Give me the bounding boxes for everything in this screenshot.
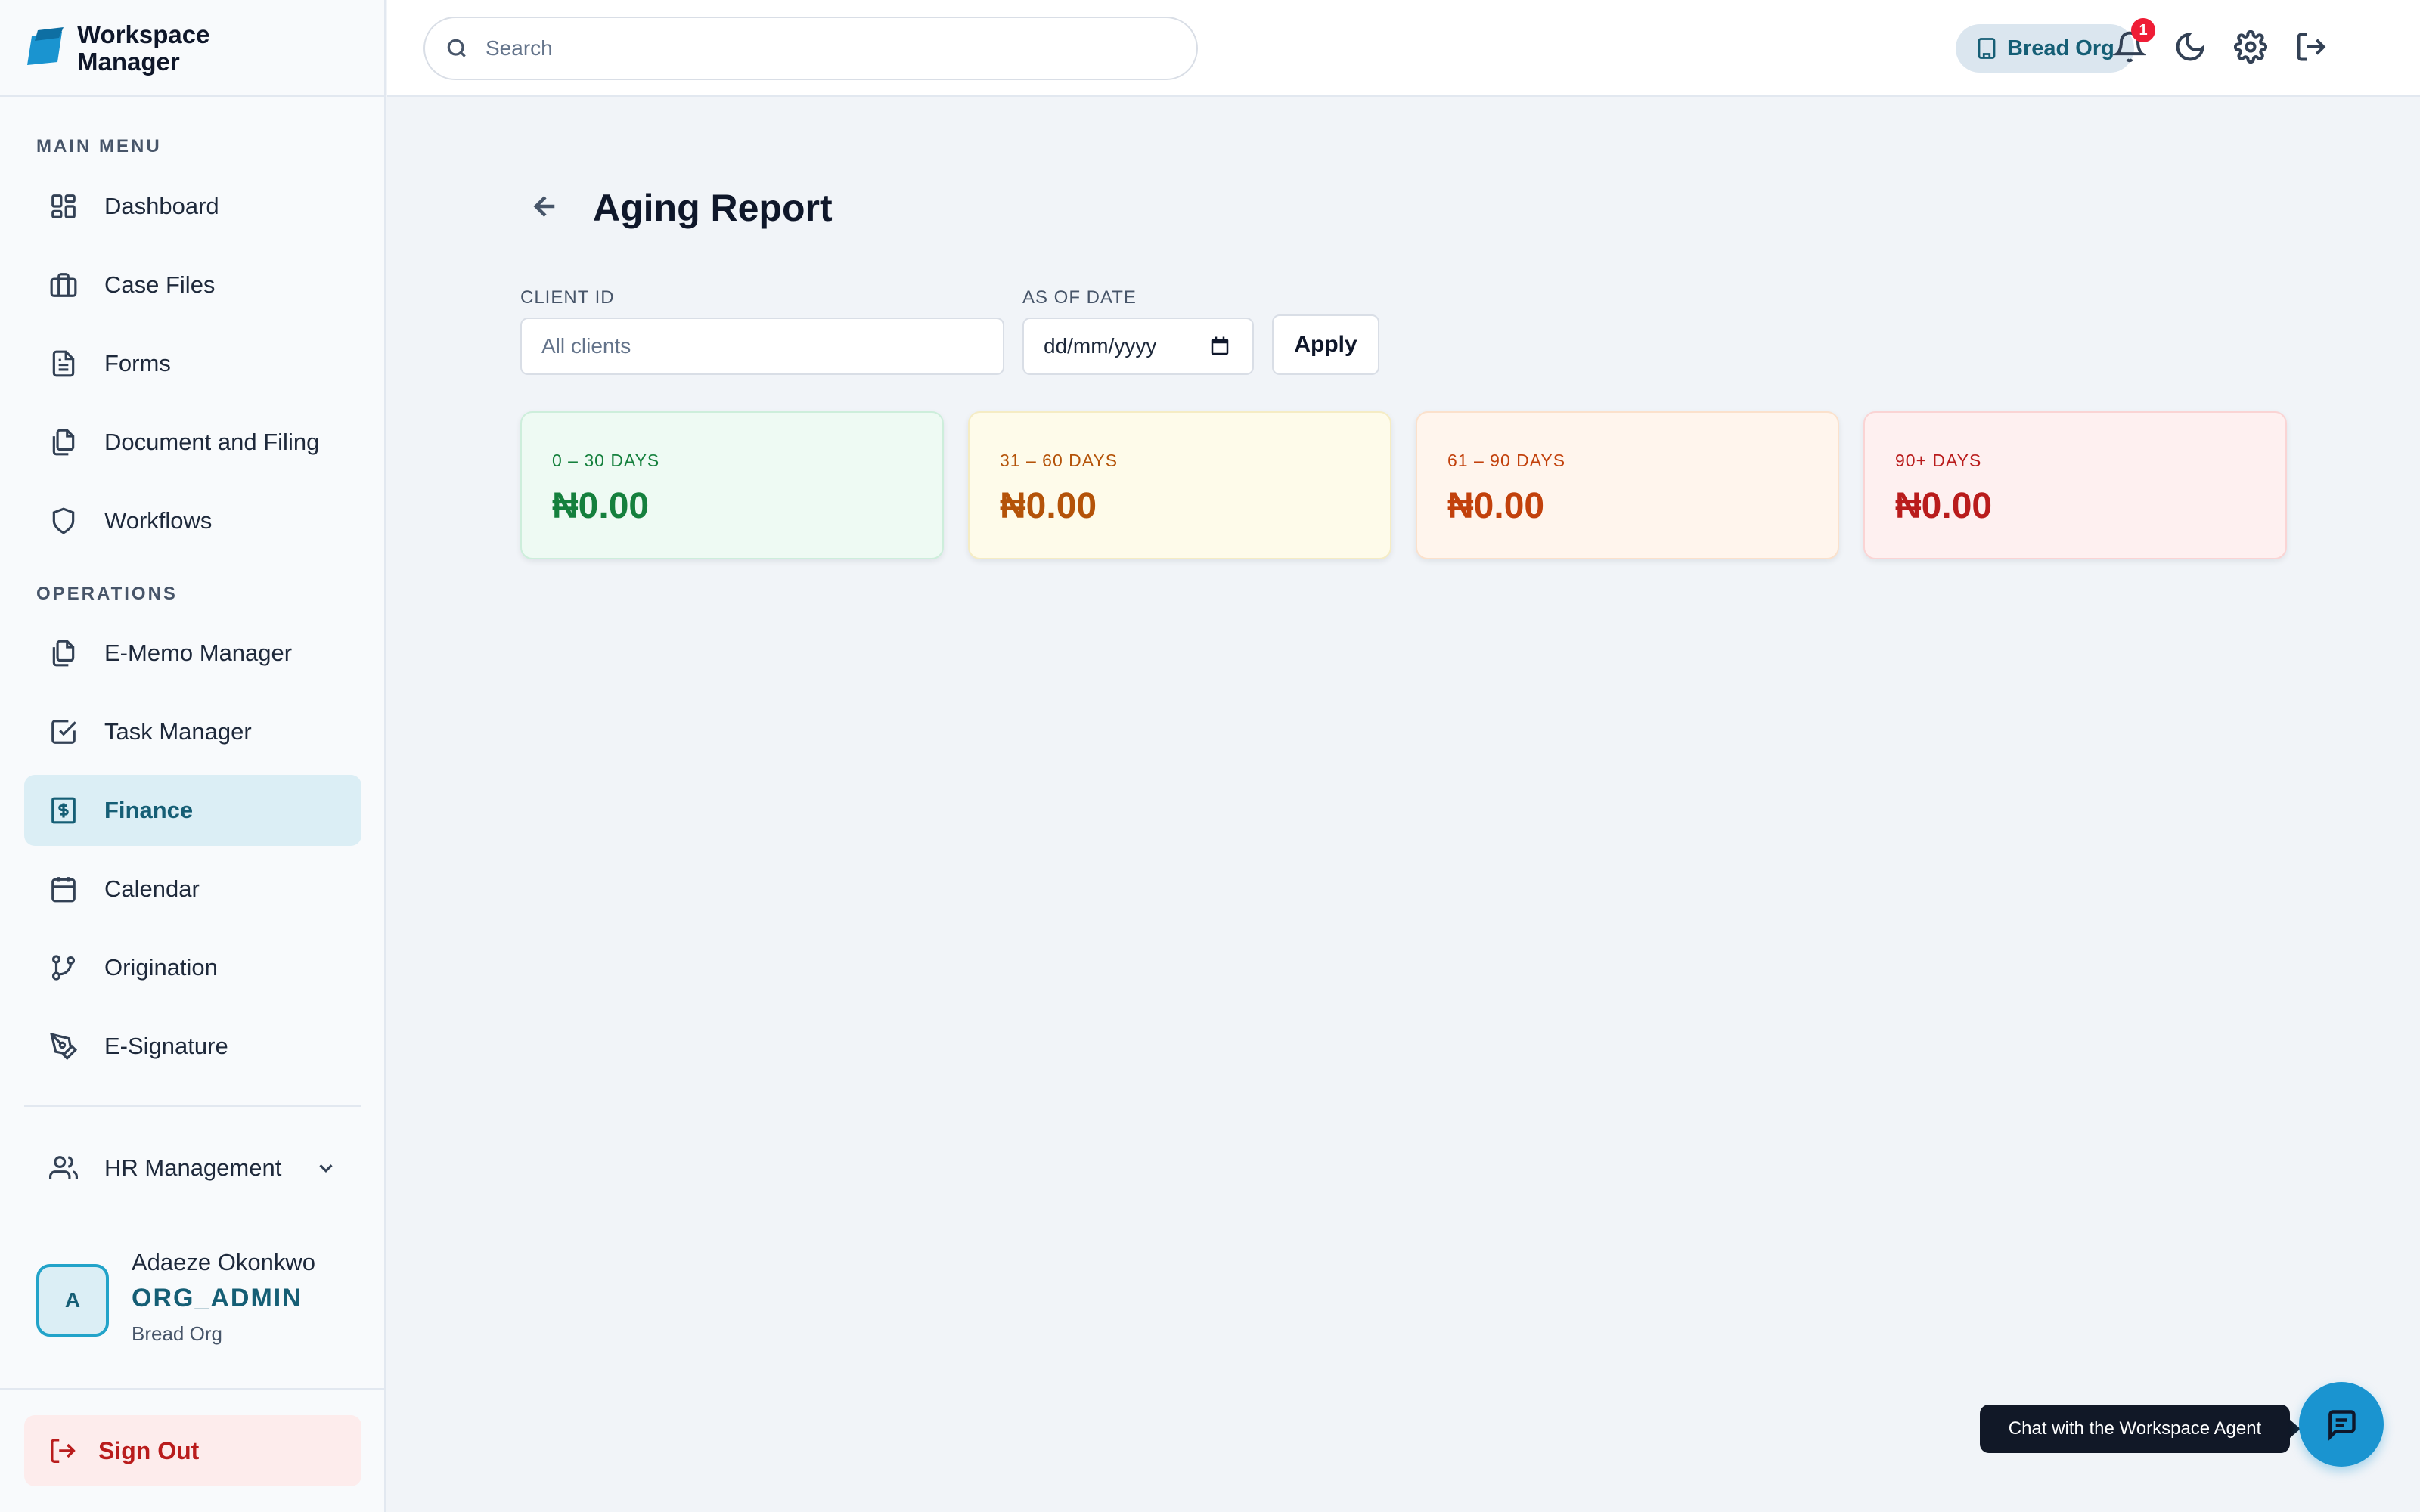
bucket-label: 31 – 60 DAYS — [1000, 451, 1118, 470]
bucket-value: ₦0.00 — [1000, 486, 1097, 526]
sidebar-item-label: Origination — [104, 954, 218, 981]
sidebar-item-label: E-Memo Manager — [104, 640, 293, 666]
user-name: Adaeze Okonkwo — [132, 1249, 315, 1275]
bucket-value: ₦0.00 — [552, 486, 650, 526]
back-button[interactable] — [529, 191, 567, 228]
sidebar-item-label: Document and Filing — [104, 429, 320, 455]
section-title-main-menu: MAIN MENU — [36, 136, 162, 156]
sidebar-item-label: E-Signature — [104, 1033, 228, 1059]
client-id-label: CLIENT ID — [520, 287, 615, 308]
app-name: Workspace Manager — [77, 20, 210, 76]
as-of-date-label: AS OF DATE — [1022, 287, 1137, 308]
sidebar-item-e-memo-manager[interactable]: E-Memo Manager — [24, 618, 361, 689]
user-info: Adaeze Okonkwo ORG_ADMIN Bread Org — [132, 1249, 315, 1346]
sidebar-item-task-manager[interactable]: Task Manager — [24, 696, 361, 767]
org-name: Bread Org — [2007, 36, 2114, 60]
arrow-left-icon — [533, 196, 555, 217]
aging-bucket-card-61-90: 61 – 90 DAYS ₦0.00 — [1416, 411, 1839, 559]
search-bar[interactable] — [424, 17, 1198, 80]
files-icon — [48, 638, 79, 668]
moon-icon — [2176, 33, 2204, 61]
files-icon — [48, 427, 79, 457]
document-icon — [48, 349, 79, 379]
dollar-receipt-icon — [48, 795, 79, 826]
section-title-operations: OPERATIONS — [36, 584, 178, 604]
building-icon — [1978, 38, 1996, 59]
sidebar-item-label: Task Manager — [104, 718, 252, 745]
search-icon — [447, 39, 466, 57]
bucket-label: 61 – 90 DAYS — [1447, 451, 1566, 470]
top-header: Bread Org 1 — [387, 0, 2420, 97]
logout-button[interactable] — [2294, 30, 2331, 67]
sidebar-item-label: HR Management — [104, 1154, 282, 1181]
theme-toggle-button[interactable] — [2173, 30, 2210, 67]
sidebar-item-document-and-filing[interactable]: Document and Filing — [24, 407, 361, 478]
workspace-logo-icon — [27, 27, 64, 65]
chevron-down-icon[interactable] — [315, 1157, 337, 1179]
chat-tooltip-text: Chat with the Workspace Agent — [2008, 1418, 2262, 1439]
sidebar-item-label: Dashboard — [104, 193, 219, 219]
notification-badge: 1 — [2131, 18, 2155, 42]
client-id-input[interactable] — [520, 318, 1004, 375]
settings-button[interactable] — [2233, 29, 2270, 67]
sidebar-item-e-signature[interactable]: E-Signature — [24, 1011, 361, 1082]
bucket-value: ₦0.00 — [1895, 486, 1993, 526]
briefcase-icon — [48, 270, 79, 300]
shield-icon — [48, 506, 79, 536]
as-of-date-input[interactable]: dd/mm/yyyy — [1022, 318, 1254, 375]
notifications-button[interactable]: 1 — [2111, 18, 2155, 67]
sidebar-item-label: Finance — [104, 797, 194, 823]
divider — [0, 95, 386, 97]
sign-out-label: Sign Out — [98, 1436, 200, 1464]
divider — [24, 1105, 361, 1107]
sidebar-item-origination[interactable]: Origination — [24, 932, 361, 1003]
bucket-label: 0 – 30 DAYS — [552, 451, 660, 470]
gear-icon — [2233, 29, 2268, 64]
avatar: A — [36, 1264, 109, 1337]
aging-bucket-card-0-30: 0 – 30 DAYS ₦0.00 — [520, 411, 944, 559]
bucket-value: ₦0.00 — [1447, 486, 1545, 526]
sidebar-item-calendar[interactable]: Calendar — [24, 854, 361, 925]
sidebar-item-label: Case Files — [104, 271, 216, 298]
bucket-label: 90+ DAYS — [1895, 451, 1982, 470]
chat-tooltip: Chat with the Workspace Agent — [1980, 1405, 2301, 1453]
sidebar-item-case-files[interactable]: Case Files — [24, 249, 361, 321]
sidebar-item-forms[interactable]: Forms — [24, 328, 361, 399]
sidebar-item-workflows[interactable]: Workflows — [24, 485, 361, 556]
sidebar-item-label: Forms — [104, 350, 171, 376]
apply-button[interactable]: Apply — [1272, 314, 1379, 375]
sign-out-button[interactable]: Sign Out — [24, 1415, 361, 1486]
user-profile[interactable]: A Adaeze Okonkwo ORG_ADMIN Bread Org — [36, 1249, 315, 1346]
checkbox-icon — [48, 717, 79, 747]
sidebar: Workspace Manager MAIN MENU Dashboard Ca… — [0, 0, 386, 1512]
sidebar-item-label: Workflows — [104, 507, 213, 534]
user-org: Bread Org — [132, 1322, 222, 1345]
logout-icon — [51, 1439, 76, 1463]
org-switcher[interactable]: Bread Org — [1956, 24, 2134, 73]
message-icon — [2328, 1410, 2356, 1441]
search-input[interactable] — [486, 36, 1166, 60]
calendar-icon — [48, 874, 79, 904]
aging-bucket-card-31-60: 31 – 60 DAYS ₦0.00 — [968, 411, 1392, 559]
git-branch-icon — [48, 953, 79, 983]
sidebar-item-label: Calendar — [104, 875, 200, 902]
chat-agent-button[interactable] — [2299, 1382, 2384, 1467]
aging-bucket-card-90-plus: 90+ DAYS ₦0.00 — [1863, 411, 2287, 559]
sidebar-item-finance[interactable]: Finance — [24, 775, 361, 846]
logout-icon — [2297, 33, 2326, 61]
user-role: ORG_ADMIN — [132, 1284, 302, 1312]
sidebar-item-dashboard[interactable]: Dashboard — [24, 171, 361, 242]
date-placeholder: dd/mm/yyyy — [1044, 334, 1157, 358]
pen-tool-icon — [48, 1031, 79, 1061]
grid-icon — [48, 191, 79, 222]
users-icon — [48, 1153, 79, 1183]
app-logo[interactable]: Workspace Manager — [24, 21, 228, 76]
calendar-picker-icon[interactable] — [1208, 335, 1231, 358]
divider — [0, 1388, 386, 1390]
sidebar-item-hr-management[interactable]: HR Management — [24, 1132, 361, 1204]
page-title: Aging Report — [593, 187, 833, 229]
